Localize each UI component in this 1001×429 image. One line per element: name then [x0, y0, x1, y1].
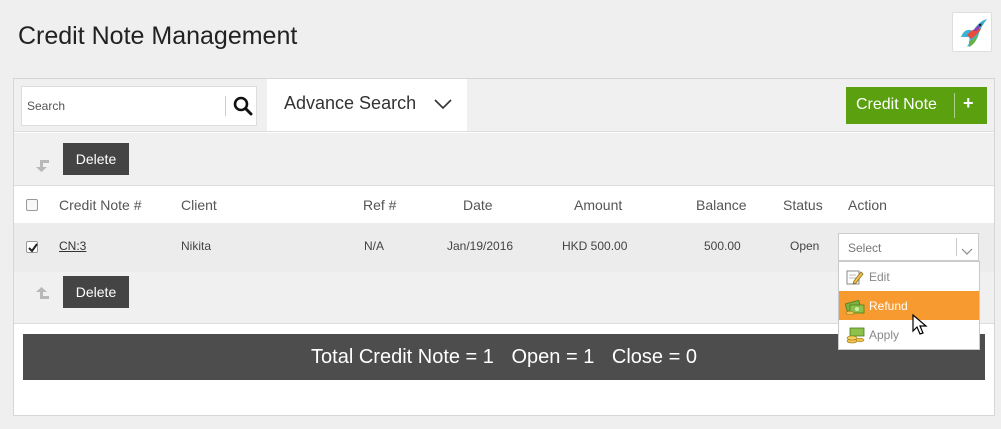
status-cell: Open [790, 239, 820, 253]
menu-item-label: Edit [869, 270, 890, 284]
summary-total: Total Credit Note = 1 [311, 346, 494, 368]
arrow-down-left-icon [34, 156, 52, 174]
date-cell: Jan/19/2016 [447, 239, 514, 253]
toolbar: Advance Search Credit Note + [14, 79, 994, 132]
search-box [21, 86, 257, 126]
credit-note-panel: Advance Search Credit Note + Delete Cred… [13, 78, 995, 416]
menu-item-refund[interactable]: Refund [839, 291, 979, 320]
col-status[interactable]: Status [783, 197, 823, 213]
col-credit-note[interactable]: Credit Note # [59, 197, 141, 213]
amount-cell: HKD 500.00 [562, 239, 628, 253]
action-select-value: Select [848, 241, 882, 255]
search-input[interactable] [22, 87, 222, 125]
edit-icon [845, 267, 865, 287]
menu-item-label: Refund [869, 299, 908, 313]
hummingbird-logo [952, 12, 992, 52]
col-client[interactable]: Client [181, 197, 217, 213]
col-action: Action [848, 197, 887, 213]
balance-cell: 500.00 [704, 239, 741, 253]
menu-item-label: Apply [869, 328, 900, 342]
mouse-cursor-icon [912, 313, 928, 336]
advance-search-label: Advance Search [284, 93, 417, 113]
delete-button-bottom[interactable]: Delete [63, 276, 129, 308]
action-dropdown-menu: Edit Refund Apply [838, 261, 980, 350]
credit-note-button-label: Credit Note [856, 96, 937, 113]
money-icon [844, 296, 865, 316]
search-icon[interactable] [233, 96, 253, 116]
summary-open: Open = 1 [511, 346, 595, 368]
button-divider [954, 93, 955, 118]
select-all-checkbox[interactable] [26, 199, 38, 211]
arrow-up-left-icon [34, 285, 52, 303]
search-divider [225, 96, 226, 116]
advance-search-toggle[interactable]: Advance Search [267, 79, 467, 131]
plus-icon: + [963, 93, 974, 113]
chevron-down-icon [961, 243, 973, 255]
table-header: Credit Note # Client Ref # Date Amount B… [14, 185, 994, 223]
menu-item-edit[interactable]: Edit [839, 262, 979, 291]
add-credit-note-button[interactable]: Credit Note + [846, 87, 987, 124]
bulk-actions-top: Delete [14, 133, 994, 185]
col-date[interactable]: Date [463, 197, 493, 213]
delete-button-top[interactable]: Delete [63, 143, 129, 175]
summary-close: Close = 0 [611, 346, 697, 368]
chevron-down-icon [434, 97, 452, 110]
select-divider [956, 238, 957, 256]
row-checkbox[interactable] [26, 241, 38, 253]
action-select[interactable]: Select [838, 233, 979, 261]
page-title: Credit Note Management [18, 22, 298, 50]
client-cell: Nikita [181, 239, 212, 253]
credit-note-link[interactable]: CN:3 [59, 239, 86, 253]
col-balance[interactable]: Balance [696, 197, 747, 213]
col-ref[interactable]: Ref # [363, 197, 396, 213]
coins-icon [845, 325, 865, 345]
ref-cell: N/A [364, 239, 385, 253]
col-amount[interactable]: Amount [574, 197, 622, 213]
menu-item-apply[interactable]: Apply [839, 320, 979, 349]
